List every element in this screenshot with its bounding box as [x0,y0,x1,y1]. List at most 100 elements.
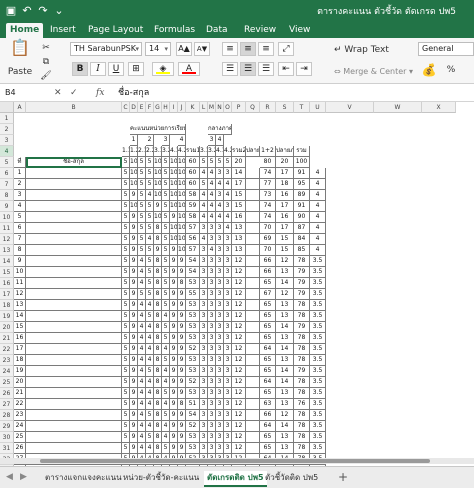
final-cell[interactable] [246,289,260,300]
score-cell[interactable]: 4 [216,212,224,223]
max-score-header[interactable]: 100 [294,157,310,168]
max-score-header[interactable]: 10 [154,157,162,168]
indicator-header[interactable]: 2.2 [146,146,154,157]
unit-scores-header[interactable]: คะแนนหน่วยการเรียน [130,124,186,135]
score-cell[interactable]: 3 [216,344,224,355]
score-cell[interactable]: 3 [200,245,208,256]
sum-1-2-cell[interactable]: 65 [260,278,276,289]
score-cell[interactable]: 9 [170,366,178,377]
score-cell[interactable]: 5 [162,278,170,289]
final-exam-cell[interactable]: 17 [276,168,294,179]
score-cell[interactable]: 5 [162,201,170,212]
score-cell[interactable]: 3 [224,245,232,256]
formula-input[interactable]: ชื่อ-สกุล [118,86,149,100]
score-cell[interactable]: 9 [178,300,186,311]
student-name[interactable] [26,190,122,201]
score-cell[interactable]: 8 [154,421,162,432]
row-header-24[interactable]: 24 [0,366,14,377]
final-exam-cell[interactable]: 16 [276,190,294,201]
final-cell[interactable] [246,201,260,212]
score-cell[interactable]: 5 [122,421,130,432]
score-cell[interactable]: 5 [122,223,130,234]
score-cell[interactable]: 5 [122,267,130,278]
score-cell[interactable]: 10 [178,179,186,190]
student-number[interactable]: 15 [14,322,26,333]
score-cell[interactable]: 53 [186,366,200,377]
score-cell[interactable]: 3 [208,278,216,289]
score-cell[interactable]: 3 [224,366,232,377]
score-cell[interactable]: 10 [178,212,186,223]
score-cell[interactable]: 5 [200,179,208,190]
score-cell[interactable]: 5 [122,234,130,245]
total-cell[interactable]: 78 [294,388,310,399]
score-cell[interactable]: 9 [170,333,178,344]
score-cell[interactable]: 4 [162,432,170,443]
score-cell[interactable]: 9 [178,322,186,333]
score-cell[interactable]: 3 [200,322,208,333]
score-cell[interactable]: 53 [186,278,200,289]
sheet-tab-grade-cut[interactable]: ตัดเกรดติด ปพ5 [204,471,267,487]
row-header-8[interactable]: 8 [0,190,14,201]
score-cell[interactable]: 10 [170,190,178,201]
total-cell[interactable]: 78 [294,432,310,443]
score-cell[interactable]: 12 [232,443,246,454]
score-cell[interactable]: 9 [170,432,178,443]
score-cell[interactable]: 12 [232,289,246,300]
score-cell[interactable]: 8 [154,388,162,399]
score-cell[interactable]: 8 [178,278,186,289]
score-cell[interactable]: 8 [154,410,162,421]
score-cell[interactable]: 3 [208,388,216,399]
row-header-14[interactable]: 14 [0,256,14,267]
sum-1-2-cell[interactable]: 65 [260,443,276,454]
score-cell[interactable]: 3 [216,432,224,443]
score-cell[interactable]: 9 [170,322,178,333]
row-header-3[interactable]: 3 [0,135,14,146]
score-cell[interactable]: 9 [130,344,138,355]
add-sheet-button[interactable]: + [338,470,348,484]
score-cell[interactable]: 9 [178,388,186,399]
student-name[interactable] [26,212,122,223]
final-exam-cell[interactable]: 14 [276,421,294,432]
total-cell[interactable]: 90 [294,212,310,223]
score-cell[interactable]: 3 [200,366,208,377]
total-cell[interactable]: 78 [294,421,310,432]
score-cell[interactable]: 3 [200,256,208,267]
score-cell[interactable]: 4 [138,311,146,322]
max-score-header[interactable]: 20 [276,157,294,168]
score-cell[interactable]: 9 [178,443,186,454]
sub-header[interactable]: 3 [208,135,216,146]
sub-header[interactable]: 1 [130,135,138,146]
score-cell[interactable]: 5 [162,256,170,267]
final-cell[interactable] [246,333,260,344]
score-cell[interactable]: 10 [170,223,178,234]
score-cell[interactable]: 8 [154,322,162,333]
score-cell[interactable]: 5 [122,410,130,421]
score-cell[interactable]: 9 [170,399,178,410]
final-cell[interactable] [246,212,260,223]
score-cell[interactable]: 4 [208,190,216,201]
max-score-header[interactable]: 5 [162,157,170,168]
score-cell[interactable]: 3 [208,234,216,245]
score-cell[interactable]: 17 [232,179,246,190]
student-number[interactable]: 20 [14,377,26,388]
score-cell[interactable]: 8 [154,333,162,344]
score-cell[interactable]: 9 [178,366,186,377]
score-cell[interactable]: 4 [138,366,146,377]
column-header-d[interactable]: D [130,102,138,113]
indicator-header[interactable]: 1.1 [122,146,130,157]
column-header-h[interactable]: H [162,102,170,113]
total-cell[interactable]: 91 [294,168,310,179]
student-number[interactable]: 1 [14,168,26,179]
score-cell[interactable]: 8 [154,432,162,443]
row-header-15[interactable]: 15 [0,267,14,278]
sum-1-2-cell[interactable]: 64 [260,421,276,432]
score-cell[interactable]: 4 [224,223,232,234]
final-cell[interactable] [246,300,260,311]
score-cell[interactable]: 5 [138,168,146,179]
score-cell[interactable]: 3 [224,355,232,366]
score-cell[interactable]: 10 [178,223,186,234]
score-cell[interactable]: 8 [154,399,162,410]
score-cell[interactable]: 4 [208,179,216,190]
score-cell[interactable]: 9 [130,245,138,256]
score-cell[interactable]: 9 [130,377,138,388]
